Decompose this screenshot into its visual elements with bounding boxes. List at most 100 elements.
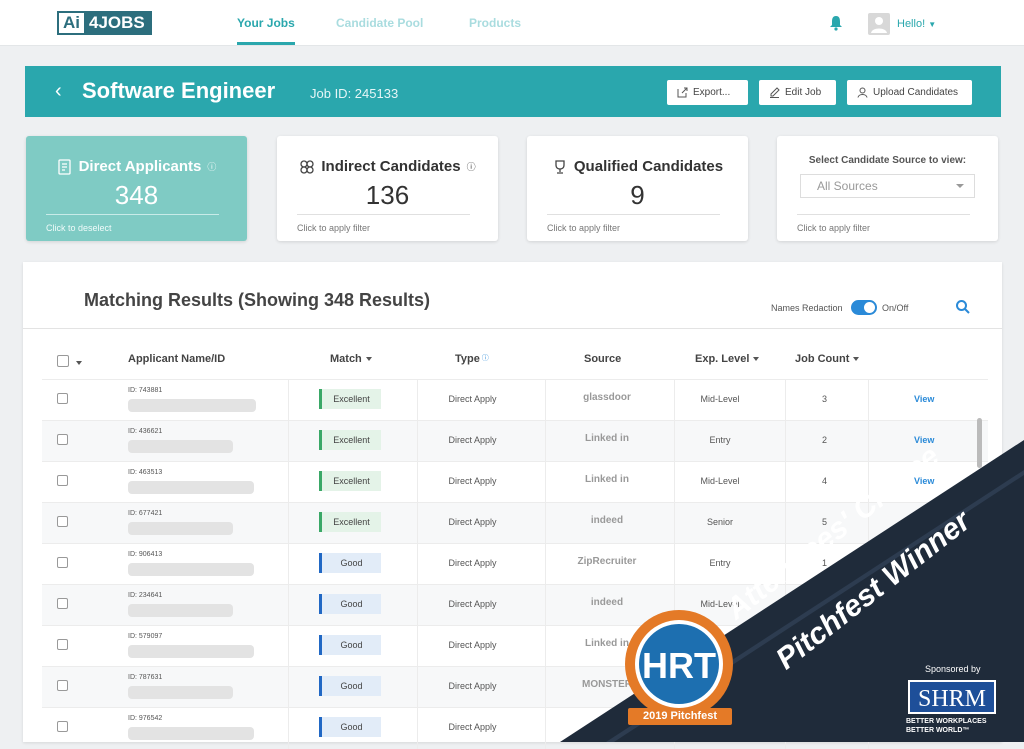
edit-job-button[interactable]: Edit Job <box>759 80 836 105</box>
table-row[interactable]: ID: 463513 Excellent Direct Apply Linked in… <box>42 461 988 503</box>
header-match[interactable]: Match <box>330 353 372 365</box>
chevron-down-icon[interactable] <box>76 361 82 365</box>
nav-your-jobs[interactable]: Your Jobs <box>237 16 295 45</box>
header-exp-level[interactable]: Exp. Level <box>695 353 760 365</box>
user-menu[interactable]: Hello! ▼ <box>897 18 936 30</box>
type-cell: Direct Apply <box>448 476 497 486</box>
export-button[interactable]: Export... <box>667 80 748 105</box>
divider <box>785 503 786 544</box>
divider <box>547 214 720 215</box>
divider <box>545 626 546 667</box>
upload-candidates-button[interactable]: Upload Candidates <box>847 80 972 105</box>
redacted-name <box>128 440 233 453</box>
sort-icon <box>365 357 372 362</box>
export-label: Export... <box>693 87 731 98</box>
logo[interactable]: Ai 4JOBS <box>57 11 152 35</box>
info-icon: ⓘ <box>466 162 476 172</box>
nav-products[interactable]: Products <box>469 16 521 30</box>
card-indirect-candidates[interactable]: Indirect Candidates ⓘ 136 Click to apply… <box>277 136 498 241</box>
row-checkbox[interactable] <box>57 516 68 527</box>
bell-icon[interactable] <box>829 15 843 31</box>
divider <box>868 380 869 421</box>
header-type-label: Type <box>455 353 480 365</box>
match-badge: Good <box>319 553 381 573</box>
source-logo: Linked in <box>585 474 629 485</box>
row-checkbox[interactable] <box>57 639 68 650</box>
card-qualified-candidates[interactable]: Qualified Candidates 9 Click to apply fi… <box>527 136 748 241</box>
divider <box>417 667 418 708</box>
divider <box>674 544 675 585</box>
chevron-down-icon <box>956 184 964 188</box>
results-title: Matching Results (Showing 348 Results) <box>84 290 431 310</box>
header-job-count[interactable]: Job Count <box>795 353 860 365</box>
divider <box>674 380 675 421</box>
type-cell: Direct Apply <box>448 681 497 691</box>
header-count-label: Job Count <box>795 353 850 365</box>
divider <box>674 421 675 462</box>
redacted-name <box>128 604 233 617</box>
card-direct-applicants[interactable]: Direct Applicants ⓘ 348 Click to deselec… <box>26 136 247 241</box>
source-selected: All Sources <box>817 179 878 193</box>
header-exp-label: Exp. Level <box>695 353 750 365</box>
applicant-id: ID: 976542 <box>128 715 163 722</box>
info-icon: ⓘ <box>479 355 489 362</box>
source-select[interactable]: All Sources <box>800 174 975 198</box>
type-cell: Direct Apply <box>448 599 497 609</box>
job-count-cell: 3 <box>821 394 827 404</box>
applicant-id: ID: 463513 <box>128 469 163 476</box>
exp-level-cell: Entry <box>709 435 731 445</box>
type-cell: Direct Apply <box>448 640 497 650</box>
divider <box>545 503 546 544</box>
card-hint: Click to deselect <box>46 223 112 233</box>
redacted-name <box>128 727 254 740</box>
nav-candidate-pool[interactable]: Candidate Pool <box>336 16 423 30</box>
divider <box>785 421 786 462</box>
table-row[interactable]: ID: 743881 Excellent Direct Apply glassdoor… <box>42 379 988 421</box>
source-logo: glassdoor <box>583 392 631 403</box>
header-applicant[interactable]: Applicant Name/ID <box>128 353 225 365</box>
scrollbar[interactable] <box>977 418 982 468</box>
row-checkbox[interactable] <box>57 598 68 609</box>
header-type[interactable]: Type ⓘ <box>455 353 489 365</box>
divider <box>545 667 546 708</box>
row-checkbox[interactable] <box>57 680 68 691</box>
divider <box>288 708 289 749</box>
source-logo: ZipRecruiter <box>577 556 637 567</box>
document-icon <box>57 158 71 175</box>
table-row[interactable]: ID: 906413 Good Direct Apply ZipRecruiter En… <box>42 543 988 585</box>
card-count: 9 <box>630 180 645 210</box>
row-checkbox[interactable] <box>57 721 68 732</box>
avatar[interactable] <box>868 13 890 35</box>
type-cell: Direct Apply <box>448 517 497 527</box>
match-badge: Excellent <box>319 430 381 450</box>
divider <box>417 544 418 585</box>
redaction-toggle[interactable] <box>851 300 877 315</box>
divider <box>674 503 675 544</box>
back-icon[interactable]: ‹ <box>55 80 62 103</box>
table-row[interactable]: ID: 436621 Excellent Direct Apply Linked in… <box>42 420 988 462</box>
header-source[interactable]: Source <box>584 353 621 365</box>
applicant-id: ID: 677421 <box>128 510 163 517</box>
exp-level-cell: Mid-Level <box>700 394 740 404</box>
card-count: 136 <box>365 180 410 210</box>
divider <box>545 585 546 626</box>
type-cell: Direct Apply <box>448 435 497 445</box>
table-row[interactable]: ID: 787631 Good Direct Apply MONSTER <box>42 666 988 708</box>
header-match-label: Match <box>330 353 362 365</box>
divider <box>417 421 418 462</box>
row-checkbox[interactable] <box>57 475 68 486</box>
divider <box>288 544 289 585</box>
divider <box>545 544 546 585</box>
view-link[interactable]: View <box>914 394 934 404</box>
row-checkbox[interactable] <box>57 557 68 568</box>
group-icon <box>300 159 315 174</box>
search-icon[interactable] <box>955 299 971 315</box>
divider <box>545 380 546 421</box>
row-checkbox[interactable] <box>57 393 68 404</box>
select-all-checkbox[interactable] <box>57 355 69 367</box>
row-checkbox[interactable] <box>57 434 68 445</box>
match-badge: Excellent <box>319 389 381 409</box>
match-badge: Good <box>319 676 381 696</box>
divider <box>288 667 289 708</box>
source-logo: indeed <box>590 515 624 526</box>
